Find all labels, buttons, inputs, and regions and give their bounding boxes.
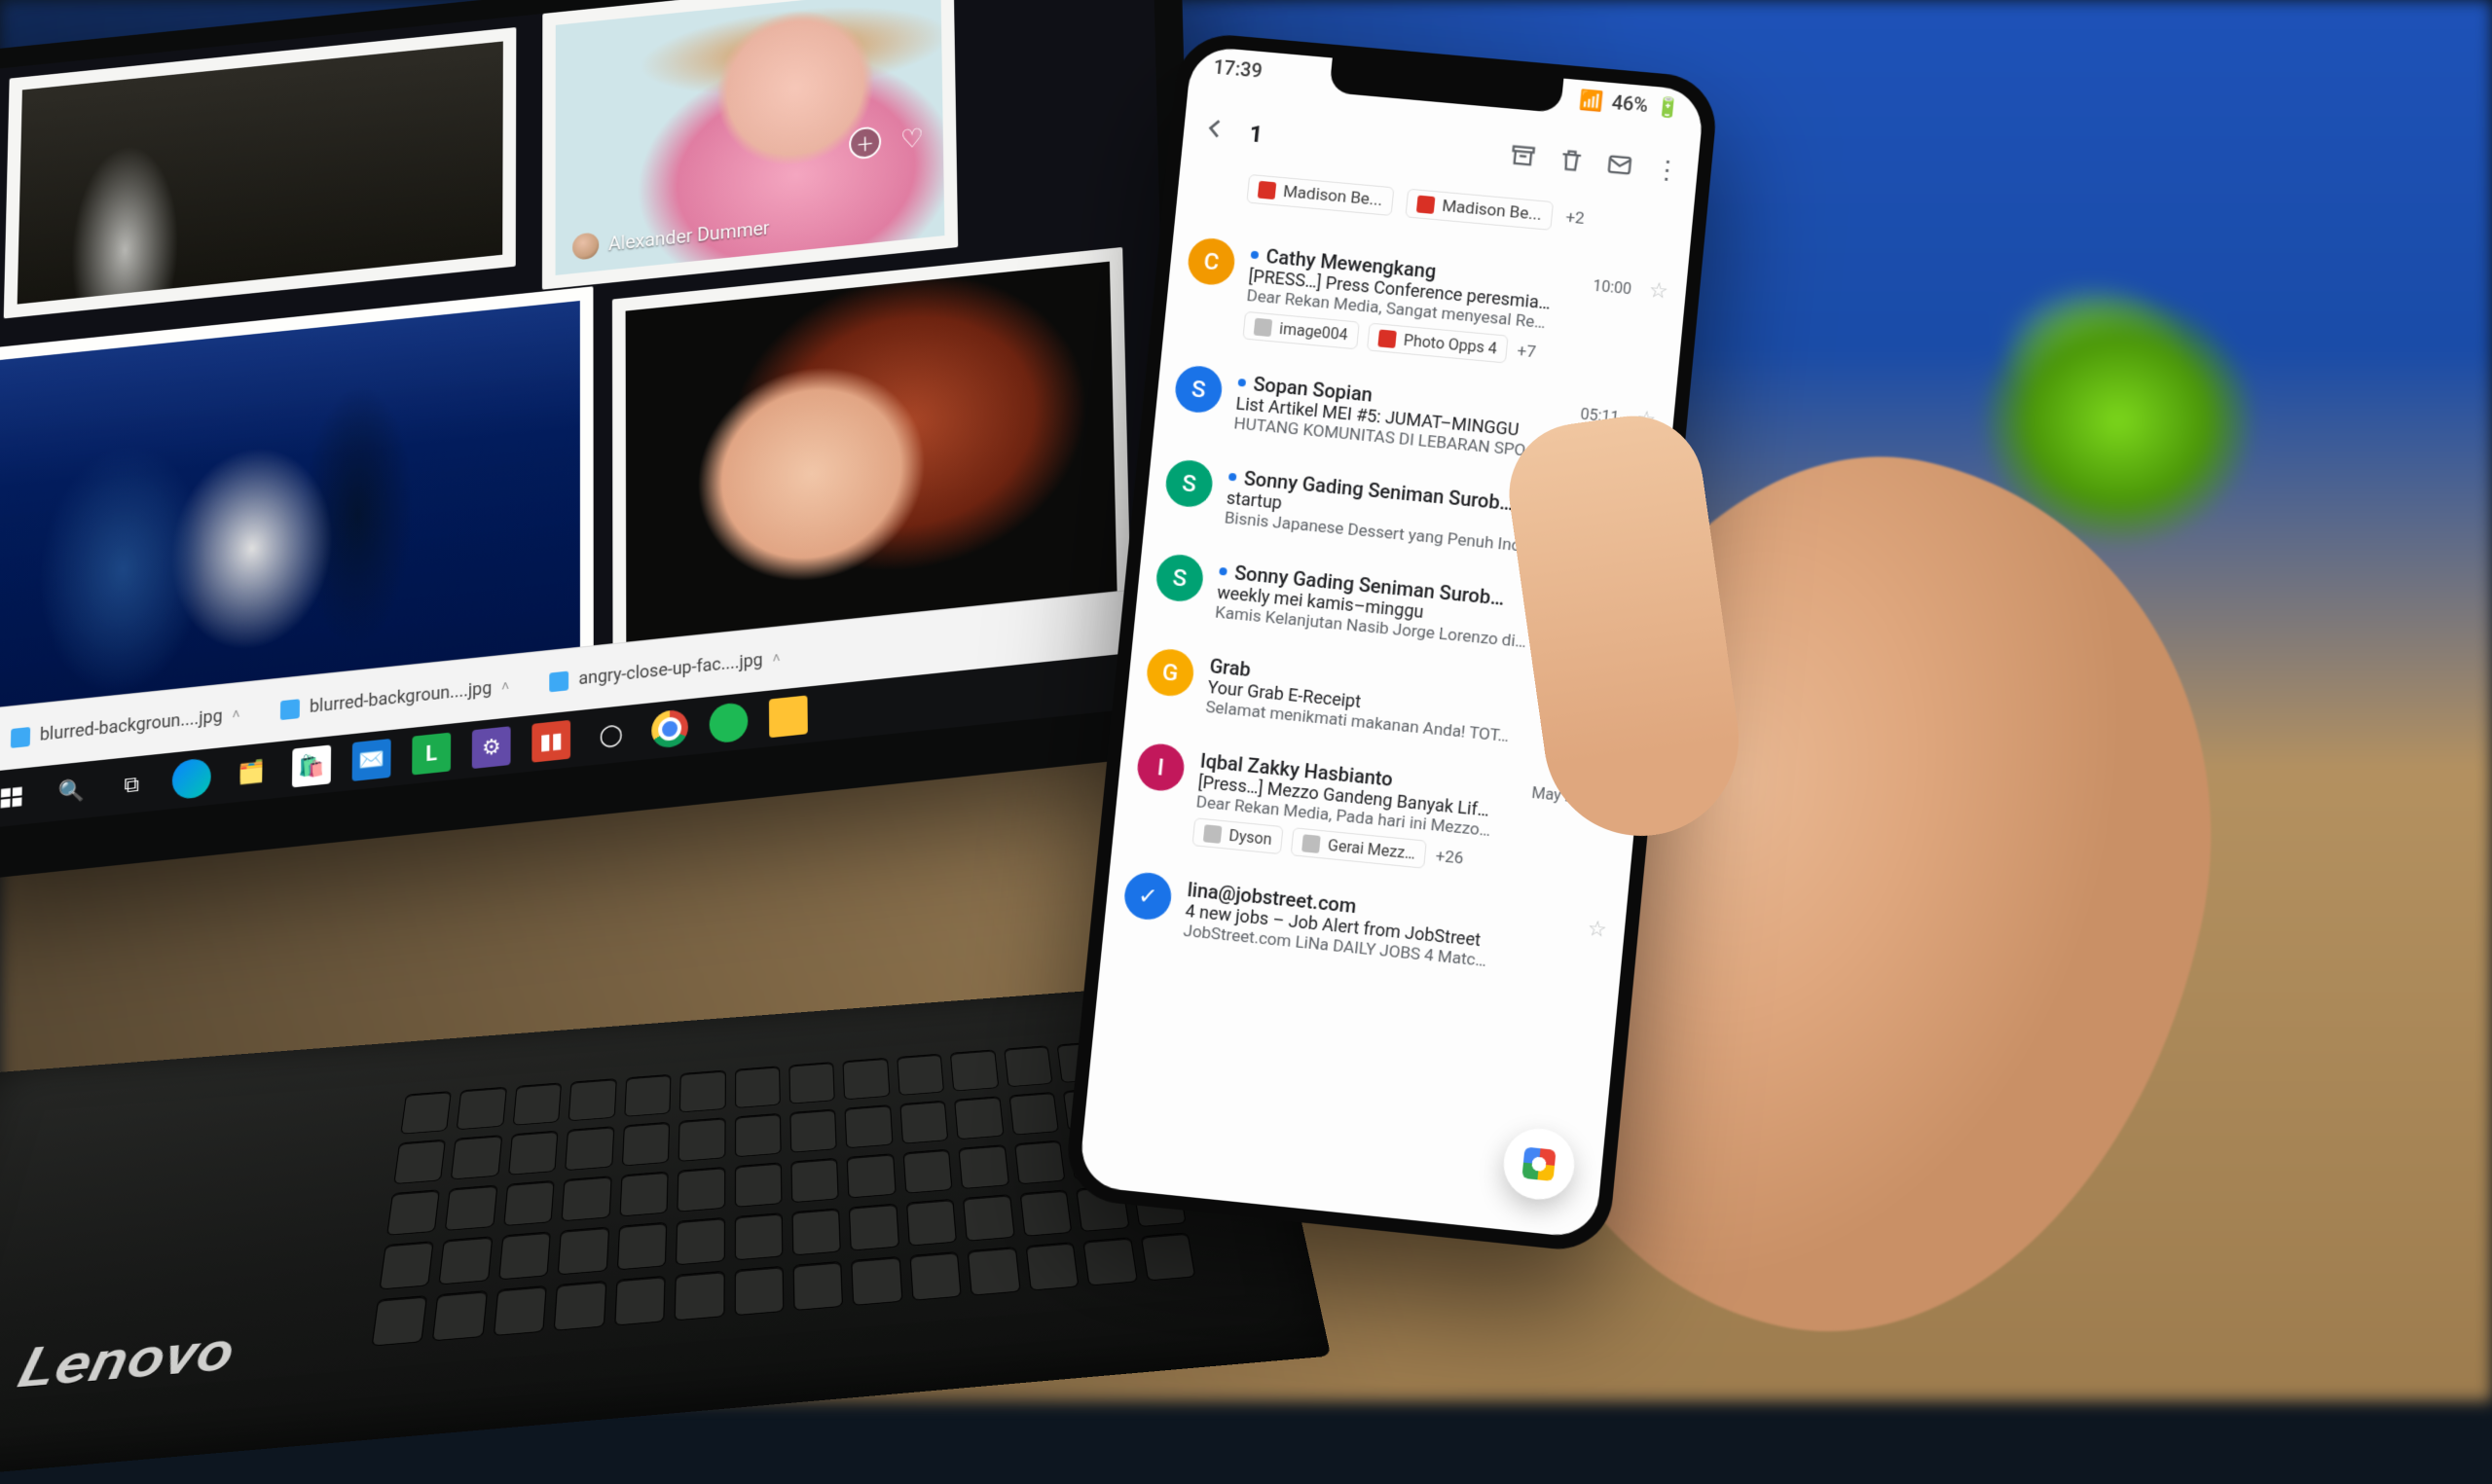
app-l-icon[interactable]: L [412,733,451,776]
unread-dot-icon [1228,472,1237,481]
file-icon [1377,329,1397,347]
chrome-icon[interactable] [651,708,688,749]
sender-avatar[interactable]: ✓ [1122,871,1173,923]
compose-icon [1521,1146,1556,1180]
file-icon [1416,196,1436,214]
star-icon[interactable]: ☆ [1587,917,1608,943]
folder-icon[interactable] [769,695,808,738]
selected-count: 1 [1248,120,1264,148]
archive-icon[interactable] [1508,141,1538,174]
download-filename: angry-close-up-fac....jpg [578,650,762,689]
photo-dark-stage[interactable] [4,27,517,318]
photo-credit[interactable]: Alexander Dummer [572,214,769,260]
file-explorer-icon[interactable]: 🗂️ [232,751,271,794]
attachment-overflow[interactable]: +26 [1435,846,1465,868]
attachment-overflow[interactable]: +7 [1517,341,1537,362]
attachment-label: Photo Opps 4 [1403,331,1498,358]
cortana-icon[interactable]: ◯ [592,713,631,756]
back-icon[interactable] [1200,114,1230,147]
edge-icon[interactable] [172,757,211,800]
attachment-chip[interactable]: Dyson [1191,817,1283,854]
spotify-icon[interactable] [710,702,749,744]
settings-icon[interactable]: ⚙ [472,726,511,769]
status-time: 17:39 [1212,55,1263,83]
heart-icon[interactable]: ♡ [896,121,928,155]
image-file-icon [550,670,569,692]
sender-avatar[interactable]: S [1173,364,1224,415]
author-name: Alexander Dummer [608,216,770,255]
email-time: 10:00 [1592,276,1632,298]
sender-avatar[interactable]: S [1164,458,1215,509]
app-red-icon[interactable]: ▮▮ [531,720,570,763]
file-icon [1301,834,1321,853]
chevron-up-icon[interactable]: ˄ [501,678,509,696]
sender-avatar[interactable]: G [1145,647,1195,698]
chip-label: Madison Be... [1282,182,1383,210]
start-button[interactable] [0,776,31,818]
attachment-label: image004 [1278,319,1348,344]
download-filename: blurred-backgroun....jpg [310,678,492,717]
signal-icon: 📶 [1579,88,1605,113]
battery-icon: 🔋 [1655,94,1681,120]
file-icon [1258,181,1277,199]
download-chip[interactable]: blurred-backgroun....jpg ˄ [1,698,250,755]
download-chip[interactable]: blurred-backgroun....jpg ˄ [271,670,519,727]
author-avatar [572,232,599,260]
photo-overlay-controls: ＋ ♡ [849,121,929,160]
file-icon [1203,824,1223,844]
laptop-screen: ＋ ♡ Alexander Dummer blurred-backgroun..… [0,0,1202,884]
mail-icon[interactable] [1604,150,1634,183]
keyboard [373,1038,1194,1346]
add-icon[interactable]: ＋ [849,126,881,160]
attachment-chip[interactable]: image004 [1242,311,1360,350]
chevron-up-icon[interactable]: ˄ [772,650,780,668]
star-icon[interactable]: ☆ [1648,278,1669,305]
laptop-brand: Lenovo [12,1320,239,1401]
sender-name: Grab [1209,654,1252,681]
task-view-icon[interactable]: ⧉ [112,764,152,807]
image-file-icon [280,699,300,720]
sender-avatar[interactable]: I [1135,742,1186,792]
unread-dot-icon [1219,566,1228,575]
attachment-chip[interactable]: Madison Be... [1405,189,1554,231]
attachment-label: Gerai Mezz… [1327,836,1416,863]
chip-label: Madison Be... [1441,197,1542,225]
attachment-chip[interactable]: Gerai Mezz… [1291,827,1427,869]
attachment-chip[interactable]: Madison Be... [1246,174,1394,216]
search-icon[interactable]: 🔍 [52,770,92,813]
attachment-label: Dyson [1228,826,1273,849]
sender-avatar[interactable]: S [1154,553,1205,603]
battery-text: 46% [1611,90,1650,117]
download-chip[interactable]: angry-close-up-fac....jpg ˄ [540,641,790,699]
laptop-display: ＋ ♡ Alexander Dummer blurred-backgroun..… [0,0,1172,829]
more-icon[interactable]: ⋮ [1653,156,1681,187]
microsoft-store-icon[interactable]: 🛍️ [292,744,331,787]
sender-avatar[interactable]: C [1186,236,1236,287]
unread-dot-icon [1238,378,1247,386]
unread-dot-icon [1251,250,1260,259]
attachment-chip[interactable]: Photo Opps 4 [1367,323,1509,364]
file-icon [1254,317,1273,336]
delete-icon[interactable] [1557,146,1587,179]
chevron-up-icon[interactable]: ˄ [232,706,239,724]
mail-icon[interactable]: ✉️ [352,739,391,781]
download-filename: blurred-backgroun....jpg [40,706,223,744]
chip-overflow[interactable]: +2 [1565,207,1586,229]
image-file-icon [11,726,30,747]
photo-baby[interactable]: ＋ ♡ Alexander Dummer [542,0,958,290]
